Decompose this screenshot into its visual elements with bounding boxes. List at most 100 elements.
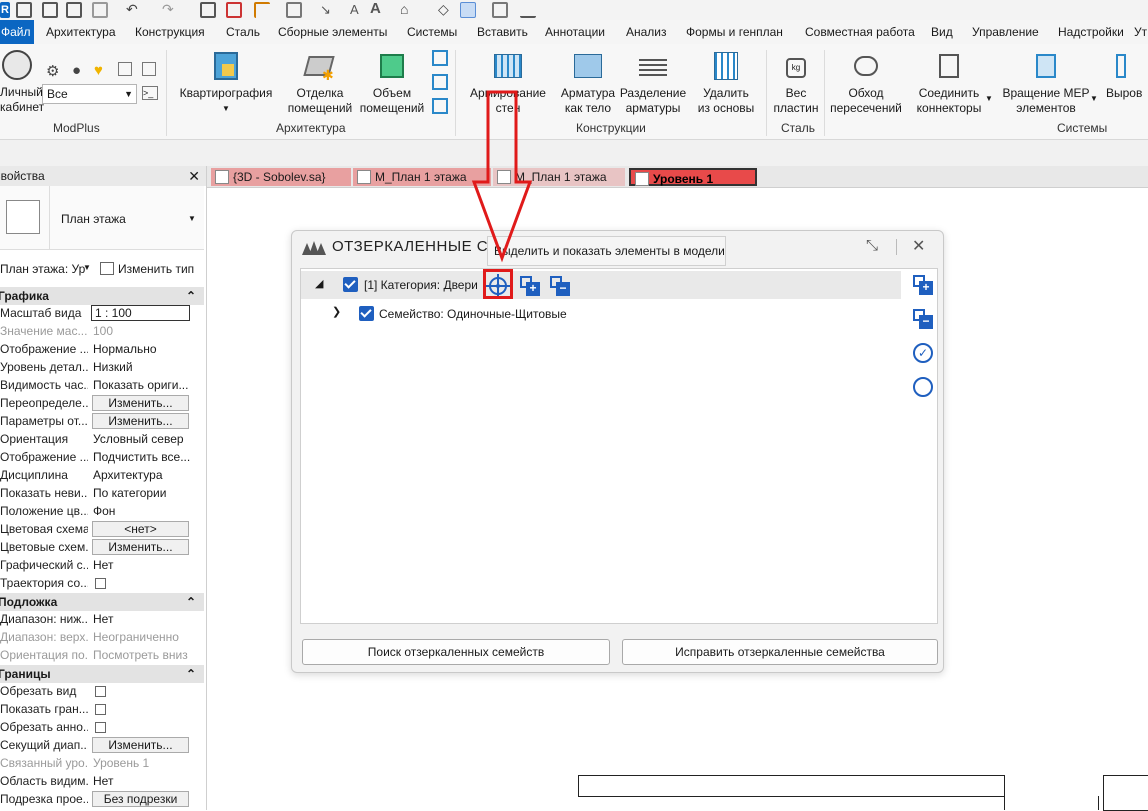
- tab-structure[interactable]: Конструкция: [135, 25, 205, 39]
- align-button[interactable]: Выров: [1106, 50, 1148, 101]
- view-tab-3d[interactable]: {3D - Sobolev.sa}: [211, 168, 351, 186]
- tab-addins[interactable]: Надстройки: [1058, 25, 1124, 39]
- plate-weight-button[interactable]: kg Вес пластин: [770, 50, 822, 116]
- edit-button[interactable]: Изменить...: [92, 395, 189, 411]
- checkbox[interactable]: [95, 722, 106, 733]
- fix-mirrored-button[interactable]: Исправить отзеркаленные семейства: [622, 639, 938, 665]
- notes-icon[interactable]: [118, 62, 132, 76]
- prop-value[interactable]: Нет: [93, 610, 203, 628]
- select-all-add-icon[interactable]: +: [913, 275, 933, 295]
- export-icon[interactable]: [226, 2, 242, 18]
- family-checkbox[interactable]: [359, 306, 374, 321]
- person-icon[interactable]: ●: [72, 62, 81, 79]
- color-scheme-button[interactable]: <нет>: [92, 521, 189, 537]
- arch-tool-2-icon[interactable]: [432, 74, 448, 90]
- room-volume-button[interactable]: Объем помещений: [356, 50, 428, 116]
- connect-connectors-button[interactable]: Соединить коннекторы: [912, 50, 986, 116]
- checkbox[interactable]: [95, 578, 106, 589]
- tab-massing[interactable]: Формы и генплан: [686, 25, 783, 39]
- edit-button[interactable]: Без подрезки: [92, 791, 189, 807]
- tab-collaborate[interactable]: Совместная работа: [805, 25, 915, 39]
- view-tab-level-1[interactable]: Уровень 1: [629, 168, 757, 186]
- tab-systems[interactable]: Системы: [407, 25, 457, 39]
- measure-icon[interactable]: [254, 2, 270, 18]
- heart-icon[interactable]: ♥: [94, 62, 103, 79]
- tab-modify[interactable]: Ут: [1134, 25, 1147, 39]
- arch-tool-1-icon[interactable]: [432, 50, 448, 66]
- tab-view[interactable]: Вид: [931, 25, 953, 39]
- prop-value[interactable]: Условный север: [93, 430, 203, 448]
- save-icon[interactable]: [42, 2, 58, 18]
- section-bounds[interactable]: Границы ⌃: [0, 665, 204, 683]
- rebar-as-body-button[interactable]: Арматура как тело: [558, 50, 618, 116]
- rebar-split-button[interactable]: Разделение арматуры: [618, 50, 688, 116]
- search-mirrored-button[interactable]: Поиск отзеркаленных семейств: [302, 639, 610, 665]
- checkbox[interactable]: [95, 686, 106, 697]
- personal-cabinet-button[interactable]: Личный кабинет: [0, 85, 44, 115]
- sync-icon[interactable]: [66, 2, 82, 18]
- find-icon[interactable]: [142, 62, 156, 76]
- prop-value[interactable]: Нет: [93, 772, 203, 790]
- text-icon[interactable]: A: [370, 0, 381, 17]
- prop-value[interactable]: Фон: [93, 502, 203, 520]
- sync-central-icon[interactable]: [92, 2, 108, 18]
- kvartirografia-button[interactable]: Квартирография ▼: [178, 50, 274, 116]
- tab-analyze[interactable]: Анализ: [626, 25, 667, 39]
- tree-item-category[interactable]: [1] Категория: Двери: [343, 272, 478, 298]
- bypass-intersections-button[interactable]: Обход пересечений: [826, 50, 906, 116]
- tab-annotate[interactable]: Аннотации: [545, 25, 605, 39]
- select-all-remove-icon[interactable]: −: [913, 309, 933, 329]
- gear-icon[interactable]: ⚙: [46, 62, 59, 80]
- view-scale-field[interactable]: 1 : 100: [91, 305, 190, 321]
- edit-button[interactable]: Изменить...: [92, 539, 189, 555]
- uncheck-all-icon[interactable]: [913, 377, 933, 397]
- console-icon[interactable]: >_: [142, 86, 158, 100]
- dropdown-arrow-icon[interactable]: ▼: [985, 94, 993, 103]
- undo-icon[interactable]: ↶: [126, 1, 138, 18]
- switch-windows-icon[interactable]: [520, 2, 536, 18]
- print-icon[interactable]: [200, 2, 216, 18]
- chevron-right-icon[interactable]: ❯: [332, 305, 341, 318]
- prop-value[interactable]: Низкий: [93, 358, 203, 376]
- modplus-filter-select[interactable]: Все ▼: [42, 84, 137, 104]
- section-graphics[interactable]: Графика ⌃: [0, 287, 204, 305]
- dropdown-arrow-icon[interactable]: ▼: [1090, 94, 1098, 103]
- remove-from-host-button[interactable]: Удалить из основы: [692, 50, 760, 116]
- open-icon[interactable]: [16, 2, 32, 18]
- prop-value[interactable]: Подчистить все...: [93, 448, 203, 466]
- revit-logo-icon[interactable]: R: [0, 2, 10, 18]
- close-icon[interactable]: ✕: [188, 166, 200, 186]
- home-3d-icon[interactable]: ⌂: [400, 1, 408, 17]
- rotate-mep-button[interactable]: Вращение MEP элементов: [998, 50, 1094, 116]
- tab-manage[interactable]: Управление: [972, 25, 1039, 39]
- room-finish-button[interactable]: ✱ Отделка помещений: [284, 50, 356, 116]
- tab-architecture[interactable]: Архитектура: [46, 25, 116, 39]
- arch-tool-3-icon[interactable]: [432, 98, 448, 114]
- prop-value[interactable]: Архитектура: [93, 466, 203, 484]
- thin-lines-icon[interactable]: [460, 2, 476, 18]
- checkbox[interactable]: [95, 704, 106, 715]
- user-avatar-icon[interactable]: [2, 50, 32, 80]
- check-all-icon[interactable]: ✓: [913, 343, 933, 363]
- section-icon[interactable]: ◇: [438, 1, 449, 18]
- edit-button[interactable]: Изменить...: [92, 737, 189, 753]
- tag-icon[interactable]: ↘: [320, 2, 331, 18]
- category-checkbox[interactable]: [343, 277, 358, 292]
- edit-type-button[interactable]: Изменить тип: [100, 260, 194, 278]
- close-icon[interactable]: ✕: [912, 236, 925, 256]
- type-selector[interactable]: План этажа ▼: [0, 186, 204, 250]
- prop-value[interactable]: По категории: [93, 484, 203, 502]
- prop-value[interactable]: Показать ориги...: [93, 376, 203, 394]
- add-to-selection-icon[interactable]: +: [520, 276, 540, 296]
- expand-icon[interactable]: ◢: [315, 277, 323, 290]
- instance-filter-select[interactable]: План этажа: Ур: [0, 260, 95, 278]
- text-a-icon[interactable]: A: [350, 2, 359, 17]
- tab-file[interactable]: Файл: [0, 20, 34, 44]
- tab-steel[interactable]: Сталь: [226, 25, 260, 39]
- chevron-down-icon[interactable]: ▼: [83, 263, 91, 272]
- tree-item-family[interactable]: Семейство: Одиночные-Щитовые: [359, 301, 567, 327]
- redo-icon[interactable]: ↷: [162, 1, 174, 18]
- prop-value[interactable]: Нет: [93, 556, 203, 574]
- section-underlay[interactable]: Подложка ⌃: [0, 593, 204, 611]
- remove-from-selection-icon[interactable]: −: [550, 276, 570, 296]
